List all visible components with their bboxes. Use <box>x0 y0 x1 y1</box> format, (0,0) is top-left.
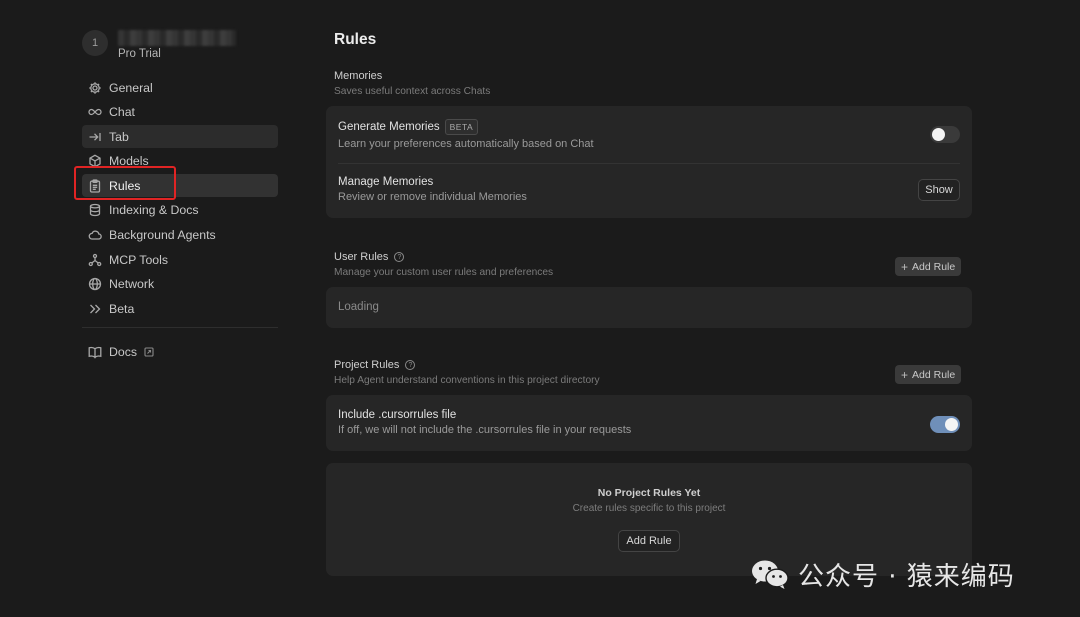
sidebar-item-label: Network <box>109 277 155 292</box>
sidebar-item-label: Tab <box>109 129 129 144</box>
empty-state-subtitle: Create rules specific to this project <box>572 503 726 514</box>
watermark: 公众号 · 猿来编码 <box>750 556 1015 592</box>
sidebar-item-rules[interactable]: Rules <box>82 174 278 198</box>
manage-memories-title: Manage Memories <box>338 176 434 188</box>
sidebar-item-label: Docs <box>109 344 138 359</box>
cursorrules-card: Include .cursorrules file If off, we wil… <box>326 395 972 451</box>
gear-icon <box>88 81 102 95</box>
globe-icon <box>88 277 102 291</box>
beta-badge: BETA <box>444 119 479 135</box>
cursorrules-subtitle: If off, we will not include the .cursorr… <box>338 424 632 436</box>
sidebar-divider <box>82 327 278 329</box>
wechat-logo-icon <box>752 560 789 589</box>
sidebar-item-label: Models <box>109 154 149 169</box>
sidebar-item-label: Beta <box>109 301 135 316</box>
toggle-knob <box>945 418 958 431</box>
add-project-rule-empty-button[interactable]: Add Rule <box>618 530 680 552</box>
generate-memories-row: Generate Memories BETA Learn your prefer… <box>338 119 960 150</box>
sidebar-item-docs[interactable]: Docs <box>82 340 278 363</box>
nodes-icon <box>88 253 102 267</box>
add-rule-label: Add Rule <box>912 368 956 381</box>
sidebar-item-tab[interactable]: Tab <box>82 125 278 149</box>
help-icon[interactable]: ? <box>394 252 405 262</box>
sidebar-item-mcp-tools[interactable]: MCP Tools <box>82 248 278 271</box>
add-rule-label: Add Rule <box>912 260 956 273</box>
memories-card: Generate Memories BETA Learn your prefer… <box>326 106 972 218</box>
page-title: Rules <box>334 31 377 48</box>
loading-text: Loading <box>338 301 379 313</box>
sidebar-item-label: Background Agents <box>109 228 216 243</box>
user-rules-card: Loading <box>326 287 972 328</box>
generate-memories-title: Generate Memories <box>338 121 440 133</box>
cursorrules-row: Include .cursorrules file If off, we wil… <box>338 409 960 436</box>
cursorrules-toggle[interactable] <box>930 416 960 433</box>
sidebar-item-label: Indexing & Docs <box>109 203 199 218</box>
generate-memories-toggle[interactable] <box>930 126 960 143</box>
generate-memories-subtitle: Learn your preferences automatically bas… <box>338 138 594 150</box>
plus-icon: + <box>901 367 909 382</box>
user-name-redacted <box>118 30 236 46</box>
sidebar-item-models[interactable]: Models <box>82 150 278 173</box>
add-user-rule-button[interactable]: + Add Rule <box>895 257 962 276</box>
memories-section-header: Memories Saves useful context across Cha… <box>334 70 490 97</box>
avatar: 1 <box>82 30 108 56</box>
infinity-icon <box>88 105 102 119</box>
cursorrules-title: Include .cursorrules file <box>338 409 457 421</box>
sidebar-item-label: General <box>109 80 153 95</box>
sidebar-item-indexing-docs[interactable]: Indexing & Docs <box>82 199 278 222</box>
user-rules-title: User Rules <box>334 251 389 263</box>
manage-memories-subtitle: Review or remove individual Memories <box>338 191 527 203</box>
user-plan: Pro Trial <box>118 48 161 60</box>
database-icon <box>88 203 102 217</box>
show-memories-button[interactable]: Show <box>918 179 960 201</box>
sidebar-item-chat[interactable]: Chat <box>82 101 278 124</box>
memories-title: Memories <box>334 70 383 82</box>
user-profile[interactable]: 1 Pro Trial <box>82 28 282 70</box>
empty-state-title: No Project Rules Yet <box>597 487 701 499</box>
add-project-rule-button[interactable]: + Add Rule <box>895 365 962 384</box>
arrow-right-bar-icon <box>88 130 102 144</box>
external-link-icon <box>144 347 154 357</box>
sidebar-item-general[interactable]: General <box>82 76 278 99</box>
manage-memories-row: Manage Memories Review or remove individ… <box>338 176 960 203</box>
sidebar-nav: General Chat Tab Models Rules Indexing &… <box>76 76 282 320</box>
sidebar-item-beta[interactable]: Beta <box>82 297 278 320</box>
user-rules-subtitle: Manage your custom user rules and prefer… <box>334 267 554 278</box>
project-rules-section-header: Project Rules ? Help Agent understand co… <box>334 359 600 386</box>
settings-sidebar: 1 Pro Trial General Chat Tab Models Rule… <box>76 28 282 365</box>
sidebar-item-network[interactable]: Network <box>82 273 278 296</box>
memories-subtitle: Saves useful context across Chats <box>334 86 491 97</box>
project-rules-title: Project Rules <box>334 359 400 371</box>
plus-icon: + <box>901 259 909 274</box>
sidebar-item-label: Rules <box>109 178 141 193</box>
project-rules-subtitle: Help Agent understand conventions in thi… <box>334 375 600 386</box>
book-icon <box>88 345 102 359</box>
double-chevron-right-icon <box>88 302 102 316</box>
sidebar-item-label: Chat <box>109 105 135 120</box>
toggle-knob <box>932 128 945 141</box>
sidebar-item-label: MCP Tools <box>109 252 169 267</box>
row-divider <box>338 163 960 164</box>
cloud-icon <box>88 228 102 242</box>
cube-icon <box>88 154 102 168</box>
watermark-text: 公众号 · 猿来编码 <box>798 561 1015 592</box>
clipboard-icon <box>88 179 102 193</box>
user-rules-section-header: User Rules ? Manage your custom user rul… <box>334 251 553 278</box>
help-icon[interactable]: ? <box>405 360 416 370</box>
sidebar-item-background-agents[interactable]: Background Agents <box>82 224 278 247</box>
